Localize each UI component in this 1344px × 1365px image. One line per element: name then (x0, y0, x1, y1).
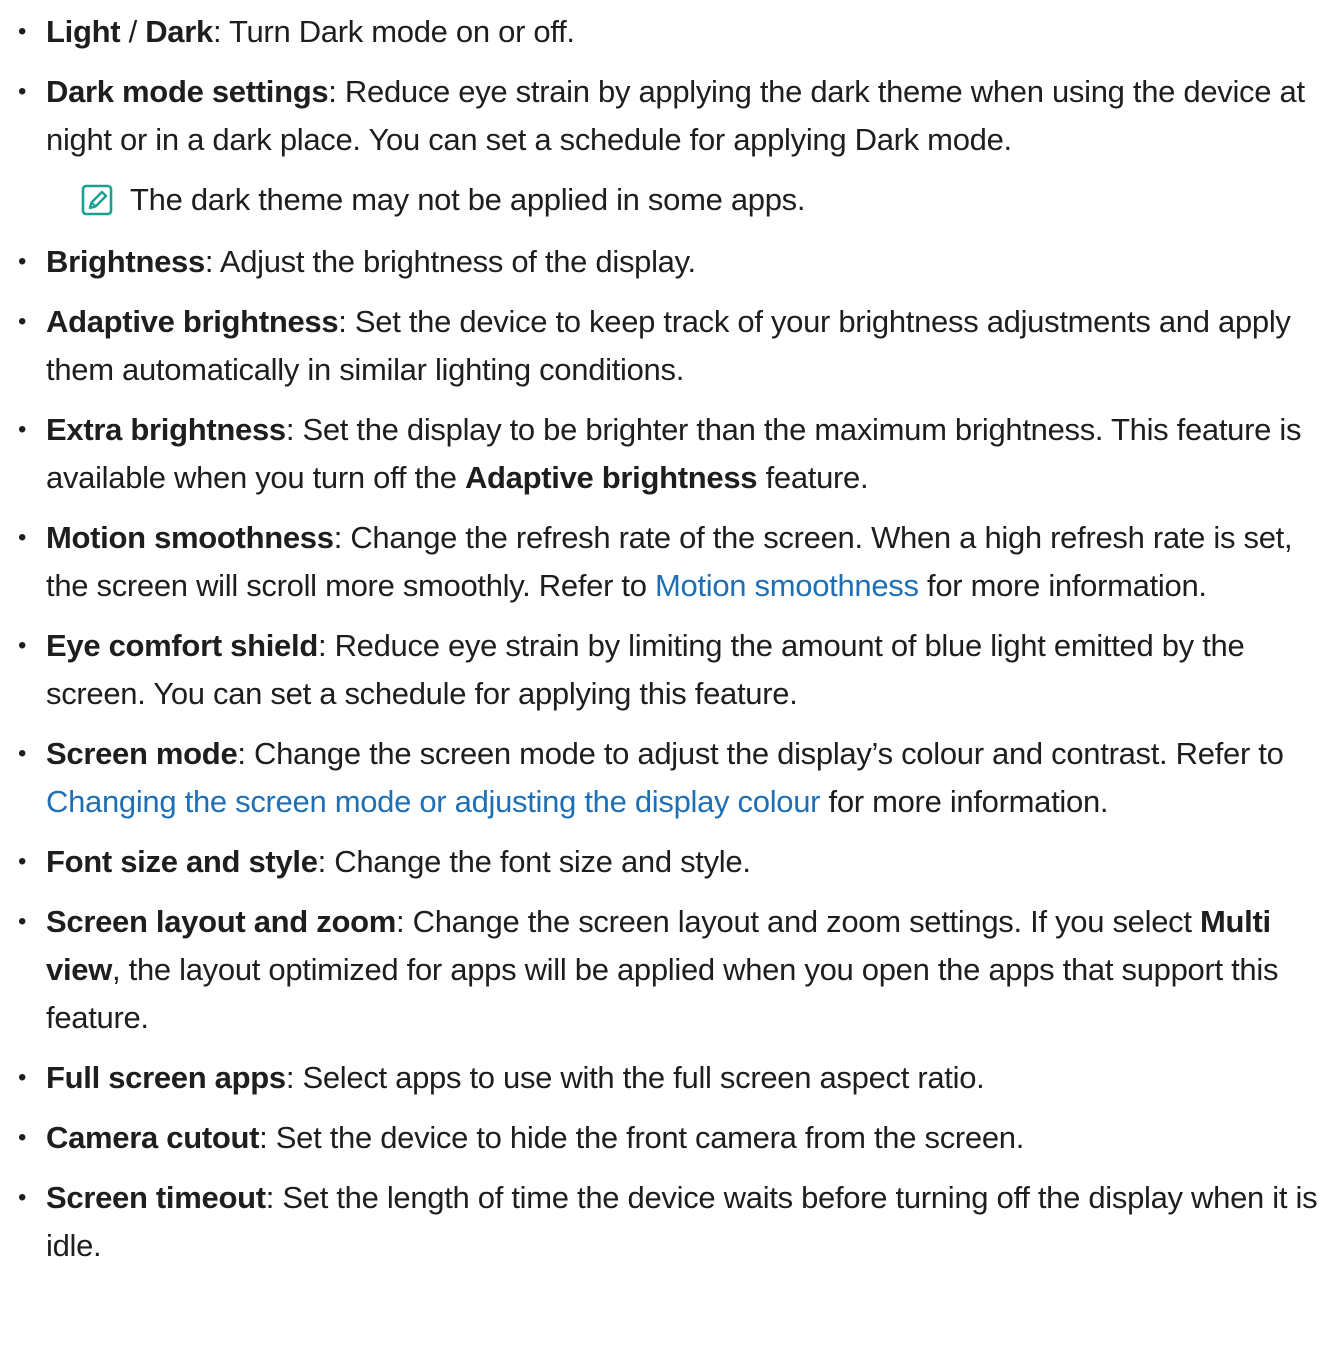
bullet-icon: • (18, 1184, 27, 1211)
item-text: feature. (757, 460, 869, 495)
item-text: for more information. (918, 568, 1207, 603)
bullet-icon: • (18, 848, 27, 875)
list-item: • Screen layout and zoom: Change the scre… (0, 898, 1344, 1042)
item-text: : Set the device to hide the front camer… (259, 1120, 1025, 1155)
item-text: : Change the screen layout and zoom sett… (395, 904, 1200, 939)
cross-reference-link[interactable]: Changing the screen mode or adjusting th… (46, 784, 820, 819)
bullet-icon: • (18, 416, 27, 443)
list-item: • Dark mode settings: Reduce eye strain b… (0, 68, 1344, 164)
bullet-icon: • (18, 18, 27, 45)
item-term: Motion smoothness (46, 520, 334, 555)
item-term: Font size and style (46, 844, 318, 879)
item-text: : Select apps to use with the full scree… (285, 1060, 985, 1095)
list-item: • Motion smoothness: Change the refresh r… (0, 514, 1344, 610)
item-term: Screen mode (46, 736, 238, 771)
bullet-icon: • (18, 78, 27, 105)
bullet-icon: • (18, 740, 27, 767)
bullet-icon: • (18, 248, 27, 275)
bullet-icon: • (18, 632, 27, 659)
bullet-icon: • (18, 1124, 27, 1151)
item-term: Extra brightness (46, 412, 286, 447)
item-term: Light (46, 14, 121, 49)
item-term: Camera cutout (46, 1120, 260, 1155)
item-text: : Change the screen mode to adjust the d… (237, 736, 1284, 771)
list-item: • Brightness: Adjust the brightness of th… (0, 238, 1344, 286)
item-term: Adaptive brightness (46, 304, 339, 339)
manual-page: • Light / Dark: Turn Dark mode on or off.… (0, 0, 1344, 1365)
item-text: : Adjust the brightness of the display. (204, 244, 696, 279)
note-pencil-icon (81, 184, 113, 216)
list-item: • Full screen apps: Select apps to use wi… (0, 1054, 1344, 1102)
list-item: • Light / Dark: Turn Dark mode on or off. (0, 8, 1344, 56)
item-term: Brightness (46, 244, 205, 279)
note: The dark theme may not be applied in som… (0, 176, 1344, 224)
item-term: Full screen apps (46, 1060, 286, 1095)
item-term: Eye comfort shield (46, 628, 318, 663)
settings-list: • Light / Dark: Turn Dark mode on or off.… (0, 8, 1344, 1282)
item-text: / (120, 14, 146, 49)
list-item: • Adaptive brightness: Set the device to … (0, 298, 1344, 394)
item-term: Dark mode settings (46, 74, 329, 109)
bullet-icon: • (18, 1064, 27, 1091)
list-item: • Eye comfort shield: Reduce eye strain b… (0, 622, 1344, 718)
bullet-icon: • (18, 308, 27, 335)
list-item: • Screen mode: Change the screen mode to … (0, 730, 1344, 826)
item-term: Adaptive brightness (464, 460, 758, 495)
bullet-icon: • (18, 524, 27, 551)
item-text: : Turn Dark mode on or off. (212, 14, 575, 49)
list-item: • Screen timeout: Set the length of time … (0, 1174, 1344, 1270)
cross-reference-link[interactable]: Motion smoothness (655, 568, 919, 603)
item-text: : Change the font size and style. (317, 844, 751, 879)
note-text: The dark theme may not be applied in som… (130, 182, 806, 217)
bullet-icon: • (18, 908, 27, 935)
list-item: • Font size and style: Change the font si… (0, 838, 1344, 886)
item-term: Screen layout and zoom (46, 904, 396, 939)
item-term: Dark (145, 14, 213, 49)
item-term: Screen timeout (46, 1180, 266, 1215)
item-text: , the layout optimized for apps will be … (46, 952, 1279, 1035)
list-item: • Extra brightness: Set the display to be… (0, 406, 1344, 502)
list-item: • Camera cutout: Set the device to hide t… (0, 1114, 1344, 1162)
item-text: for more information. (820, 784, 1109, 819)
